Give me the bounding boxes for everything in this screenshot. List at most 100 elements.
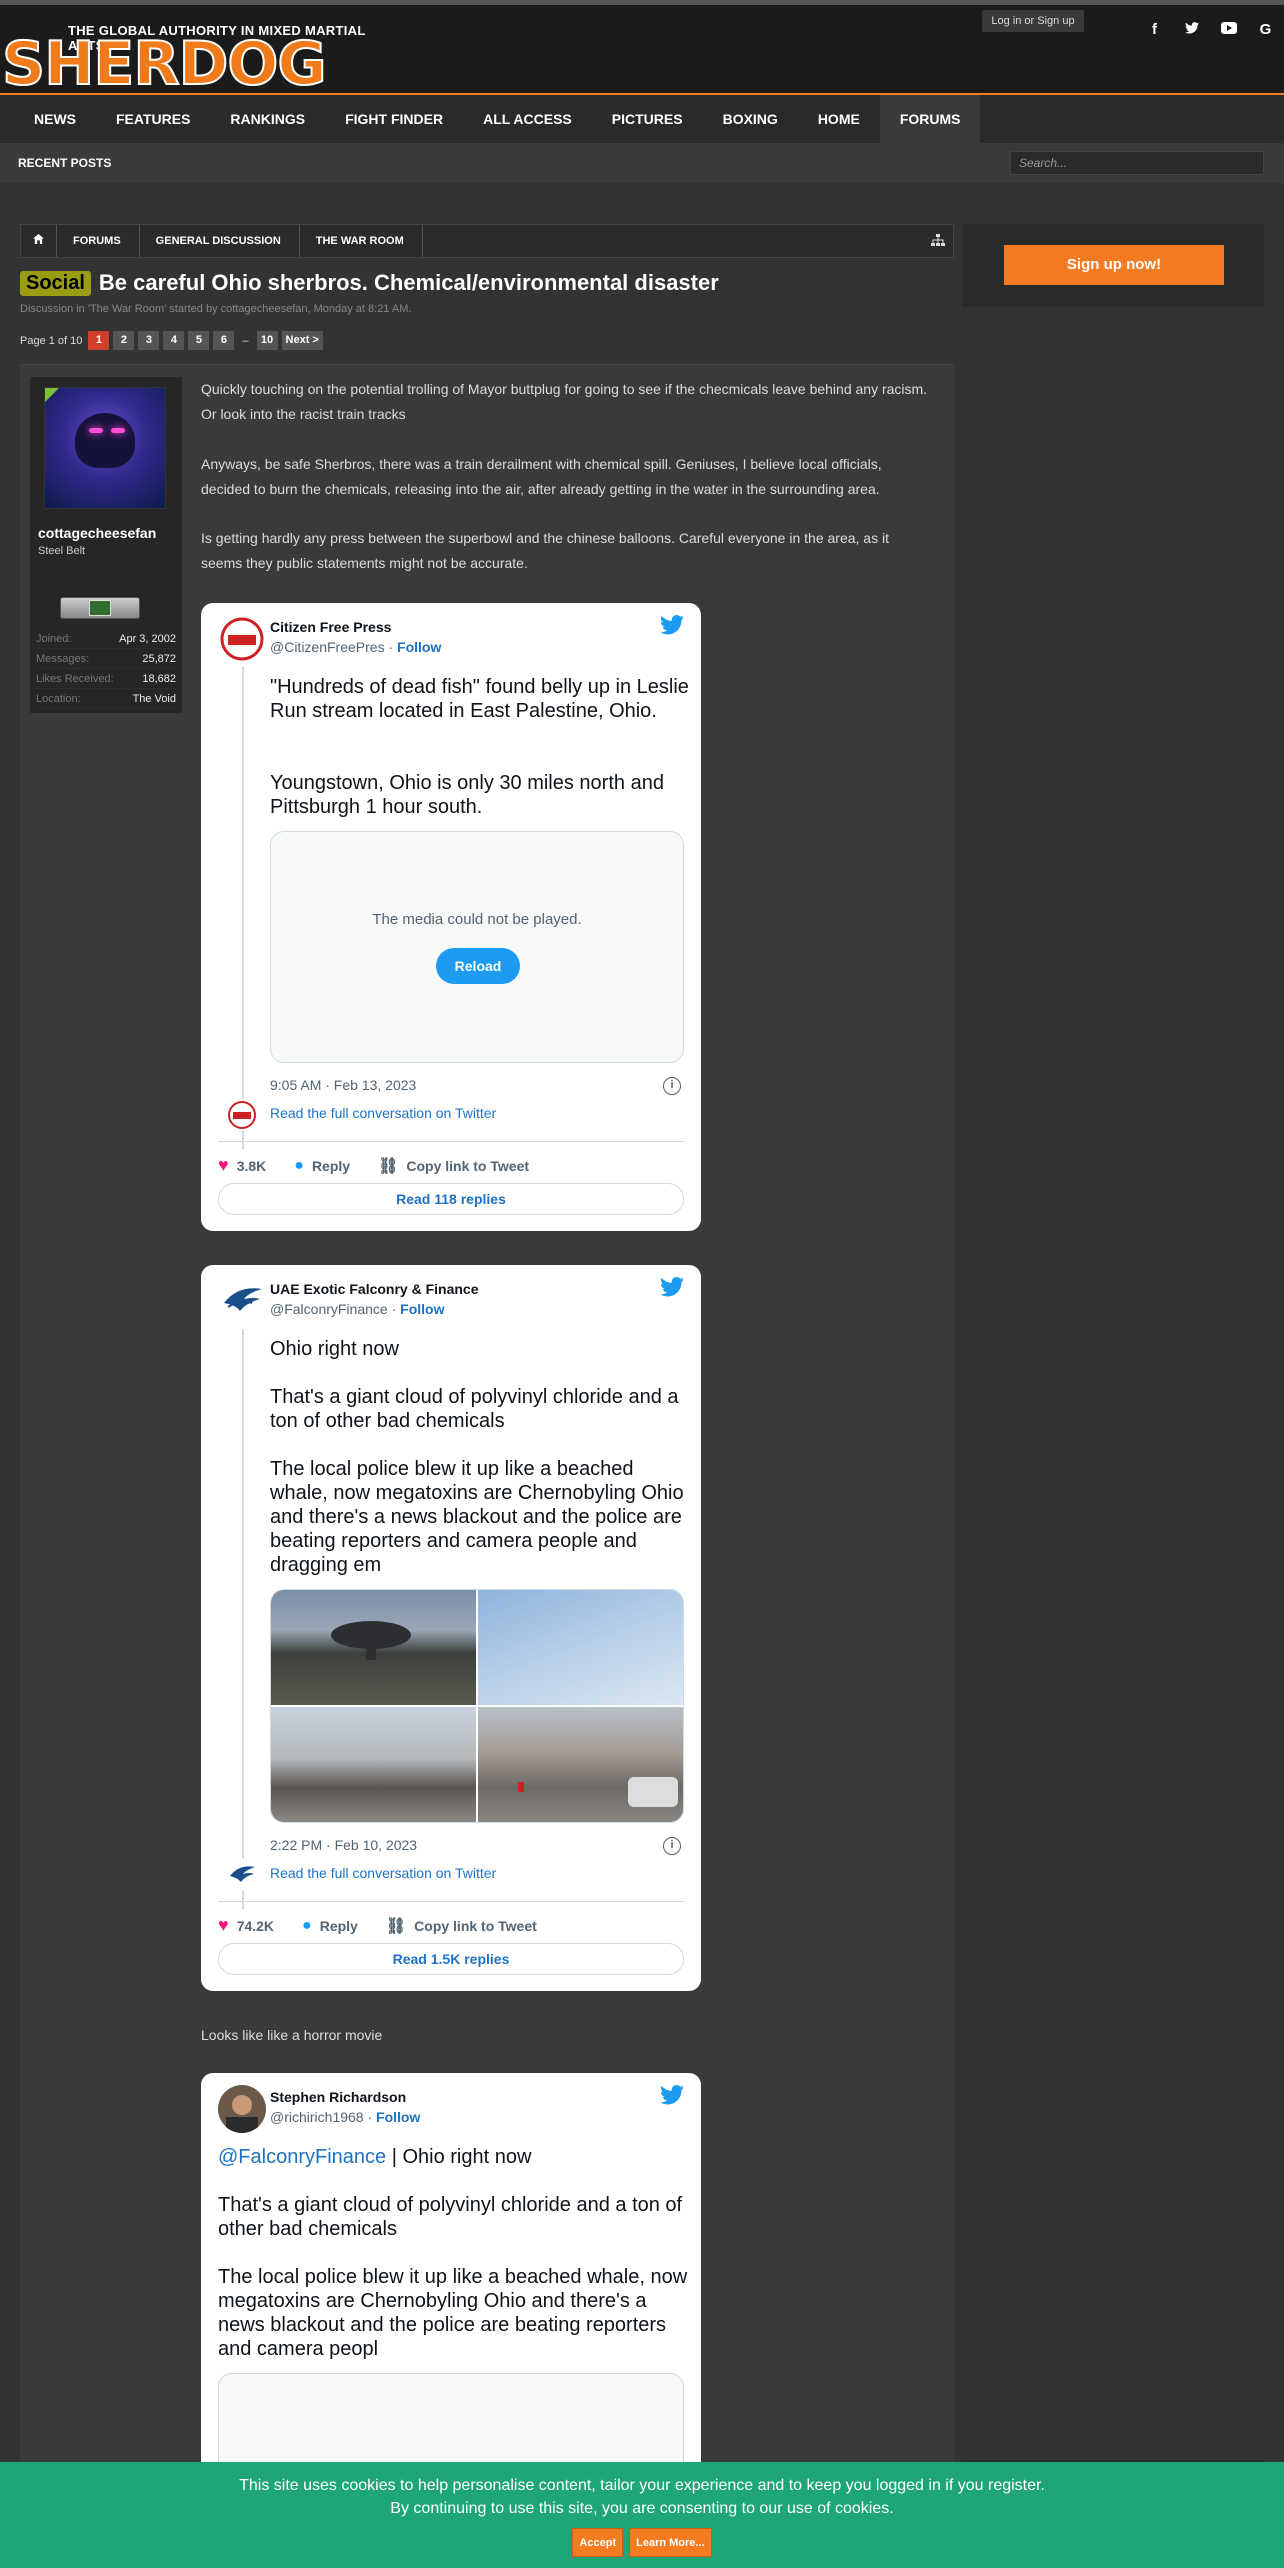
tweet-text: Ohio right now bbox=[270, 1338, 399, 1360]
heart-icon: ♥ bbox=[218, 1155, 229, 1175]
tweet-author-name[interactable]: Stephen Richardson bbox=[270, 2089, 406, 2105]
breadcrumb: FORUMS GENERAL DISCUSSION THE WAR ROOM bbox=[20, 224, 954, 258]
reply-icon: ● bbox=[302, 1916, 312, 1934]
twitter-bird-icon[interactable] bbox=[660, 615, 684, 639]
learn-more-button[interactable]: Learn More... bbox=[629, 2528, 712, 2557]
next-page-button[interactable]: Next > bbox=[281, 331, 323, 350]
thread-meta: Discussion in 'The War Room' started by … bbox=[20, 303, 412, 315]
search-input[interactable]: Search... bbox=[1010, 151, 1264, 175]
stat-location: Location: The Void bbox=[36, 689, 176, 709]
cookie-buttons: Accept Learn More... bbox=[0, 2528, 1284, 2557]
nav-news[interactable]: NEWS bbox=[14, 95, 96, 143]
sherdog-logo[interactable]: THE GLOBAL AUTHORITY IN MIXED MARTIAL AR… bbox=[0, 13, 400, 96]
read-replies-button[interactable]: Read 118 replies bbox=[218, 1183, 684, 1215]
twitter-icon[interactable] bbox=[1173, 17, 1210, 43]
page-1[interactable]: 1 bbox=[88, 331, 110, 350]
tweet-avatar[interactable] bbox=[218, 1277, 266, 1325]
reply-icon: ● bbox=[294, 1156, 304, 1174]
conversation-avatar bbox=[226, 1859, 258, 1891]
cookie-text-line2: By continuing to use this site, you are … bbox=[390, 2500, 894, 2517]
photo-aerial[interactable] bbox=[478, 1590, 683, 1705]
page-label: Page 1 of 10 bbox=[20, 334, 83, 347]
youtube-icon[interactable] bbox=[1210, 17, 1247, 43]
google-icon[interactable]: G bbox=[1247, 17, 1284, 43]
post-paragraph: Quickly touching on the potential trolli… bbox=[201, 381, 928, 422]
like-button[interactable]: ♥ 74.2K bbox=[218, 1915, 274, 1936]
conversation-avatar bbox=[226, 1099, 258, 1131]
mention-link[interactable]: @FalconryFinance bbox=[218, 2146, 386, 2168]
tweet-text: That's a giant cloud of polyvinyl chlori… bbox=[270, 1386, 679, 1432]
embedded-tweet: Citizen Free Press @CitizenFreePres · Fo… bbox=[201, 603, 701, 1231]
read-replies-button[interactable]: Read 1.5K replies bbox=[218, 1943, 684, 1975]
tweet-avatar[interactable] bbox=[218, 2085, 266, 2133]
nav-boxing[interactable]: BOXING bbox=[703, 95, 798, 143]
photo-street[interactable] bbox=[478, 1707, 683, 1822]
tweet-text: Youngstown, Ohio is only 30 miles north … bbox=[270, 772, 664, 818]
reply-button[interactable]: ● Reply bbox=[294, 1157, 350, 1175]
site-header: THE GLOBAL AUTHORITY IN MIXED MARTIAL AR… bbox=[0, 5, 1284, 96]
tweet-text: The local police blew it up like a beach… bbox=[218, 2266, 688, 2360]
reply-button[interactable]: ● Reply bbox=[302, 1917, 358, 1935]
tweet-media-error: The media could not be played. Reload bbox=[270, 831, 684, 1063]
nav-rankings[interactable]: RANKINGS bbox=[210, 95, 325, 143]
divider bbox=[218, 1141, 684, 1142]
recent-posts-link[interactable]: RECENT POSTS bbox=[18, 143, 111, 183]
breadcrumb-forums[interactable]: FORUMS bbox=[57, 225, 140, 257]
page-4[interactable]: 4 bbox=[163, 331, 185, 350]
copy-link-button[interactable]: ⛓ Copy link to Tweet bbox=[386, 1916, 537, 1936]
facebook-icon[interactable]: f bbox=[1136, 17, 1173, 43]
social-links: f G bbox=[1136, 17, 1284, 43]
like-button[interactable]: ♥ 3.8K bbox=[218, 1155, 266, 1176]
login-signup-button[interactable]: Log in or Sign up bbox=[982, 10, 1084, 32]
twitter-bird-icon[interactable] bbox=[660, 1277, 684, 1301]
tweet-author-name[interactable]: UAE Exotic Falconry & Finance bbox=[270, 1281, 479, 1297]
read-conversation-link[interactable]: Read the full conversation on Twitter bbox=[270, 1105, 496, 1121]
nav-pictures[interactable]: PICTURES bbox=[592, 95, 703, 143]
accept-cookies-button[interactable]: Accept bbox=[572, 2528, 624, 2557]
thread-prefix-badge[interactable]: Social bbox=[20, 270, 91, 296]
twitter-bird-icon[interactable] bbox=[660, 2085, 684, 2109]
follow-link[interactable]: Follow bbox=[397, 639, 441, 655]
photo-smoke-cloud[interactable] bbox=[271, 1590, 476, 1705]
nav-features[interactable]: FEATURES bbox=[96, 95, 210, 143]
username[interactable]: cottagecheesefan bbox=[38, 525, 156, 541]
page-6[interactable]: 6 bbox=[213, 331, 235, 350]
cookie-text-line1: This site uses cookies to help personali… bbox=[239, 2477, 1045, 2494]
heart-icon: ♥ bbox=[218, 1915, 229, 1935]
thread-line bbox=[242, 1329, 244, 1909]
tweet-author-name[interactable]: Citizen Free Press bbox=[270, 619, 391, 635]
page-3[interactable]: 3 bbox=[138, 331, 160, 350]
page-10[interactable]: 10 bbox=[256, 331, 278, 350]
forum-post: cottagecheesefan Steel Belt Joined: Apr 3… bbox=[20, 364, 954, 2568]
signup-button[interactable]: Sign up now! bbox=[1004, 245, 1224, 285]
follow-link[interactable]: Follow bbox=[400, 1301, 444, 1317]
page-2[interactable]: 2 bbox=[113, 331, 135, 350]
media-error-message: The media could not be played. bbox=[372, 911, 582, 928]
sitemap-icon[interactable] bbox=[931, 225, 945, 257]
photo-trees-smoke[interactable] bbox=[271, 1707, 476, 1822]
thread-title-text: Be careful Ohio sherbros. Chemical/envir… bbox=[98, 270, 719, 295]
tweet-avatar[interactable] bbox=[218, 615, 266, 663]
read-conversation-link[interactable]: Read the full conversation on Twitter bbox=[270, 1865, 496, 1881]
breadcrumb-war-room[interactable]: THE WAR ROOM bbox=[300, 225, 423, 257]
home-icon[interactable] bbox=[21, 225, 57, 257]
stat-messages: Messages: 25,872 bbox=[36, 649, 176, 669]
thread-line bbox=[242, 667, 244, 1149]
embedded-tweet: UAE Exotic Falconry & Finance @FalconryF… bbox=[201, 1265, 701, 1991]
stat-likes: Likes Received: 18,682 bbox=[36, 669, 176, 689]
avatar[interactable] bbox=[44, 387, 166, 509]
info-icon[interactable]: i bbox=[663, 1837, 681, 1855]
tweet-timestamp[interactable]: 2:22 PM · Feb 10, 2023 bbox=[270, 1837, 417, 1853]
nav-fight-finder[interactable]: FIGHT FINDER bbox=[325, 95, 463, 143]
breadcrumb-general-discussion[interactable]: GENERAL DISCUSSION bbox=[140, 225, 300, 257]
nav-all-access[interactable]: ALL ACCESS bbox=[463, 95, 592, 143]
tweet-timestamp[interactable]: 9:05 AM · Feb 13, 2023 bbox=[270, 1077, 416, 1093]
embedded-tweet: Stephen Richardson @richirich1968 · Foll… bbox=[201, 2073, 701, 2493]
nav-forums[interactable]: FORUMS bbox=[879, 95, 981, 143]
reload-button[interactable]: Reload bbox=[436, 948, 520, 984]
info-icon[interactable]: i bbox=[663, 1077, 681, 1095]
follow-link[interactable]: Follow bbox=[376, 2109, 420, 2125]
page-5[interactable]: 5 bbox=[188, 331, 210, 350]
copy-link-button[interactable]: ⛓ Copy link to Tweet bbox=[378, 1156, 529, 1176]
nav-home[interactable]: HOME bbox=[798, 95, 880, 143]
